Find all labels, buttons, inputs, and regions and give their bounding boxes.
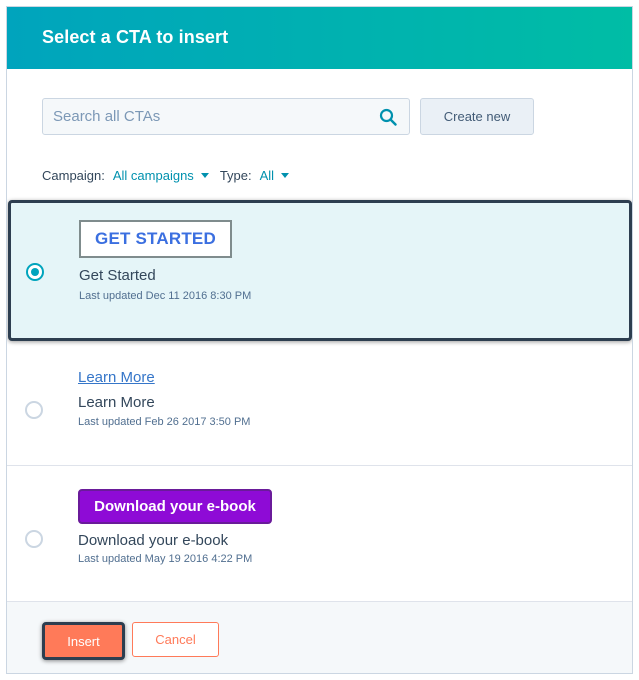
cta-name: Learn More	[78, 394, 155, 411]
cta-preview-get-started[interactable]: GET STARTED	[79, 220, 232, 258]
dialog-footer: Insert Cancel	[7, 601, 632, 673]
type-filter-dropdown[interactable]: All	[259, 167, 290, 183]
search-input[interactable]	[43, 99, 373, 134]
cta-radio-download-ebook[interactable]	[25, 530, 43, 548]
cta-radio-get-started[interactable]	[26, 263, 44, 281]
chevron-down-icon	[281, 172, 290, 178]
cta-row-download-ebook[interactable]: Download your e-book Download your e-boo…	[7, 466, 632, 602]
search-icon[interactable]	[379, 108, 397, 126]
cancel-button[interactable]: Cancel	[132, 622, 219, 657]
cta-preview-download-ebook[interactable]: Download your e-book	[78, 489, 272, 524]
cta-row-get-started[interactable]: GET STARTED Get Started Last updated Dec…	[8, 200, 632, 341]
cta-last-updated: Last updated Dec 11 2016 8:30 PM	[79, 290, 252, 302]
dialog-header: Select a CTA to insert	[7, 7, 632, 69]
cta-radio-learn-more[interactable]	[25, 401, 43, 419]
search-box	[42, 98, 410, 135]
create-new-button[interactable]: Create new	[420, 98, 534, 135]
cta-row-learn-more[interactable]: Learn More Learn More Last updated Feb 2…	[7, 344, 632, 466]
campaign-filter-value: All campaigns	[112, 167, 194, 183]
cta-preview-learn-more[interactable]: Learn More	[78, 369, 155, 386]
cta-name: Download your e-book	[78, 532, 229, 549]
campaign-filter-dropdown[interactable]: All campaigns	[113, 168, 209, 183]
filter-bar: Campaign: All campaigns Type: All	[42, 166, 290, 184]
select-cta-dialog: Select a CTA to insert Create new Campai…	[6, 6, 633, 674]
chevron-down-icon	[200, 172, 209, 178]
cta-name: Get Started	[79, 267, 156, 284]
dialog-title: Select a CTA to insert	[42, 27, 229, 47]
campaign-filter-label: Campaign:	[42, 167, 105, 183]
cta-last-updated: Last updated May 19 2016 4:22 PM	[78, 553, 253, 565]
type-filter-value: All	[259, 167, 275, 183]
insert-button[interactable]: Insert	[42, 622, 125, 660]
type-filter-label: Type:	[219, 167, 252, 183]
cta-last-updated: Last updated Feb 26 2017 3:50 PM	[78, 416, 251, 428]
